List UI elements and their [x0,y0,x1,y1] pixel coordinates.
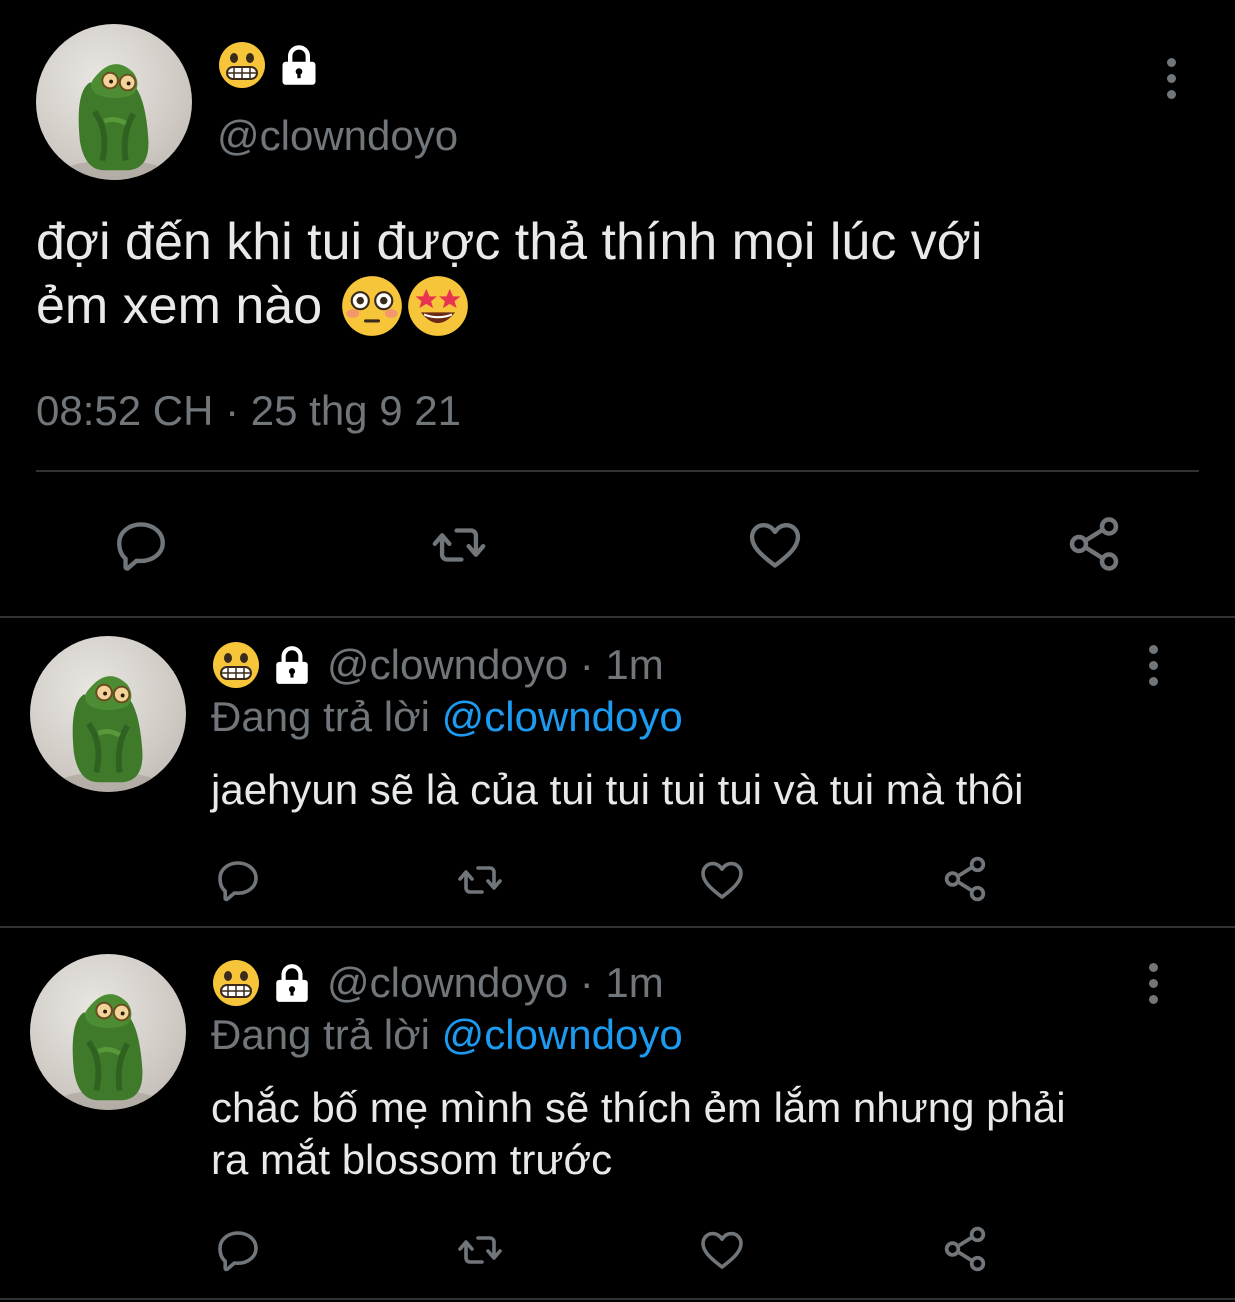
heart-icon [697,1226,747,1274]
more-options-icon[interactable] [1163,58,1179,99]
more-options-icon[interactable] [1145,963,1161,1004]
retweet-button[interactable] [453,856,507,904]
reply-text-line: chắc bố mẹ mình sẽ thích ẻm lắm nhưng ph… [211,1084,1066,1131]
share-button[interactable] [940,854,990,904]
reply-text: chắc bố mẹ mình sẽ thích ẻm lắm nhưng ph… [211,1082,1066,1186]
display-name[interactable] [217,40,321,90]
like-button[interactable] [746,516,804,574]
tweet-text-line: ẻm xem nào [36,274,982,338]
retweet-button[interactable] [428,516,490,574]
reply-icon [214,856,262,904]
reply-icon [214,1226,262,1274]
lock-icon [277,43,321,87]
tweet-divider [0,926,1235,928]
share-icon [1064,514,1124,574]
share-icon [940,1224,990,1274]
tweet-divider [0,616,1235,618]
handle-time[interactable]: @clowndoyo · 1m [327,959,664,1007]
reply-button[interactable] [214,1226,262,1274]
grimacing-face-emoji [211,958,261,1008]
more-options-icon[interactable] [1145,645,1161,686]
reply-text-line: ra mắt blossom trước [211,1136,613,1183]
retweet-button[interactable] [453,1226,507,1274]
grimacing-face-emoji [211,640,261,690]
grimacing-face-emoji [217,40,267,90]
share-button[interactable] [1064,514,1124,574]
reply-header: @clowndoyo · 1m [211,956,664,1010]
heart-icon [697,856,747,904]
reply-button[interactable] [112,516,170,574]
share-icon [940,854,990,904]
like-button[interactable] [697,1226,747,1274]
avatar[interactable] [30,954,186,1110]
avatar[interactable] [36,24,192,180]
lock-icon [271,962,313,1004]
flushed-face-emoji [340,274,404,338]
reply-text-line: jaehyun sẽ là của tui tui tui tui và tui… [211,766,1024,813]
lock-icon [271,644,313,686]
tweet-text: đợi đến khi tui được thả thính mọi lúc v… [36,210,982,338]
tweet-text-line: đợi đến khi tui được thả thính mọi lúc v… [36,213,983,271]
user-handle[interactable]: @clowndoyo [217,112,458,160]
replying-to: Đang trả lời @clowndoyo [211,1011,683,1058]
handle-time[interactable]: @clowndoyo · 1m [327,641,664,689]
reply-text: jaehyun sẽ là của tui tui tui tui và tui… [211,764,1023,816]
like-button[interactable] [697,856,747,904]
reply-button[interactable] [214,856,262,904]
share-button[interactable] [940,1224,990,1274]
heart-icon [746,516,804,574]
avatar[interactable] [30,636,186,792]
retweet-icon [428,516,490,574]
retweet-icon [453,1226,507,1274]
reply-icon [112,516,170,574]
replying-to: Đang trả lời @clowndoyo [211,693,683,740]
separator [36,470,1199,472]
retweet-icon [453,856,507,904]
mention-link[interactable]: @clowndoyo [442,1011,683,1058]
star-struck-emoji [406,274,470,338]
tweet-divider [0,1298,1235,1300]
tweet-timestamp[interactable]: 08:52 CH · 25 thg 9 21 [36,386,461,436]
reply-header: @clowndoyo · 1m [211,638,664,692]
mention-link[interactable]: @clowndoyo [442,693,683,740]
